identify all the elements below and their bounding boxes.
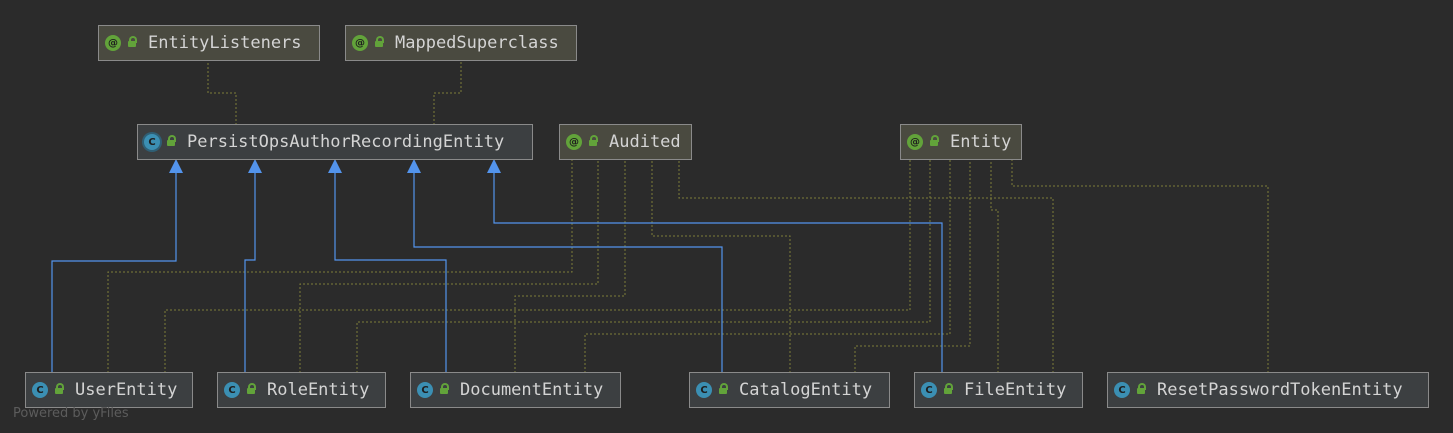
node-file-entity[interactable]: C FileEntity bbox=[914, 372, 1083, 408]
public-lock-icon bbox=[55, 383, 64, 396]
edge-user-entity bbox=[164, 160, 911, 373]
node-role-entity[interactable]: C RoleEntity bbox=[217, 372, 386, 408]
node-label: UserEntity bbox=[75, 380, 178, 400]
public-lock-icon bbox=[589, 135, 598, 148]
node-document-entity[interactable]: C DocumentEntity bbox=[410, 372, 621, 408]
public-lock-icon bbox=[719, 383, 728, 396]
public-lock-icon bbox=[440, 383, 449, 396]
node-catalog-entity[interactable]: C CatalogEntity bbox=[689, 372, 890, 408]
node-label: RoleEntity bbox=[267, 380, 370, 400]
abstract-class-icon: C bbox=[144, 134, 160, 150]
node-entity[interactable]: @ Entity bbox=[900, 124, 1022, 160]
edge-role-persist bbox=[244, 172, 256, 373]
node-entity-listeners[interactable]: @ EntityListeners bbox=[98, 25, 320, 61]
inheritance-arrowhead bbox=[328, 159, 342, 173]
edge-file-persist bbox=[493, 172, 943, 373]
edge-role-audited bbox=[299, 160, 599, 373]
inheritance-arrowhead bbox=[248, 159, 262, 173]
public-lock-icon bbox=[247, 383, 256, 396]
powered-by-footer: Powered by yFiles bbox=[13, 406, 129, 421]
edge-role-entity bbox=[356, 160, 931, 373]
edge-file-entity bbox=[990, 160, 999, 373]
public-lock-icon bbox=[944, 383, 953, 396]
node-label: PersistOpsAuthorRecordingEntity bbox=[187, 132, 505, 152]
class-icon: C bbox=[696, 382, 712, 398]
edge-document-audited bbox=[514, 160, 626, 373]
public-lock-icon bbox=[1137, 383, 1146, 396]
public-lock-icon bbox=[167, 135, 176, 148]
edge-document-entity bbox=[584, 160, 951, 373]
edge-catalog-audited bbox=[651, 160, 791, 373]
public-lock-icon bbox=[930, 135, 939, 148]
public-lock-icon bbox=[375, 36, 384, 49]
node-audited[interactable]: @ Audited bbox=[559, 124, 692, 160]
node-mapped-superclass[interactable]: @ MappedSuperclass bbox=[345, 25, 577, 61]
annotation-icon: @ bbox=[105, 35, 121, 51]
edge-reset-entity bbox=[1011, 160, 1269, 373]
class-icon: C bbox=[1114, 382, 1130, 398]
edge-user-audited bbox=[107, 160, 573, 373]
class-icon: C bbox=[921, 382, 937, 398]
public-lock-icon bbox=[128, 36, 137, 49]
class-icon: C bbox=[32, 382, 48, 398]
node-label: FileEntity bbox=[964, 380, 1067, 400]
class-icon: C bbox=[224, 382, 240, 398]
node-label: Entity bbox=[950, 132, 1012, 152]
edge-catalog-entity bbox=[854, 160, 971, 373]
inheritance-arrowhead bbox=[407, 159, 421, 173]
inheritance-arrowhead bbox=[487, 159, 501, 173]
edge-persist-entity-listeners bbox=[207, 61, 237, 125]
class-icon: C bbox=[417, 382, 433, 398]
node-label: Audited bbox=[609, 132, 681, 152]
node-label: CatalogEntity bbox=[739, 380, 873, 400]
node-reset-password-token-entity[interactable]: C ResetPasswordTokenEntity bbox=[1107, 372, 1429, 408]
node-label: MappedSuperclass bbox=[395, 33, 559, 53]
annotation-icon: @ bbox=[352, 35, 368, 51]
edge-file-audited bbox=[678, 160, 1054, 373]
node-persist-ops-author-recording-entity[interactable]: C PersistOpsAuthorRecordingEntity bbox=[137, 124, 533, 160]
edge-persist-mapped-superclass bbox=[433, 61, 462, 125]
inheritance-arrowhead bbox=[169, 159, 183, 173]
annotation-icon: @ bbox=[566, 134, 582, 150]
edges-layer bbox=[51, 61, 1269, 373]
node-label: DocumentEntity bbox=[460, 380, 604, 400]
annotation-icon: @ bbox=[907, 134, 923, 150]
node-label: EntityListeners bbox=[148, 33, 302, 53]
edge-user-persist bbox=[51, 172, 177, 373]
node-user-entity[interactable]: C UserEntity bbox=[25, 372, 193, 408]
node-label: ResetPasswordTokenEntity bbox=[1157, 380, 1403, 400]
